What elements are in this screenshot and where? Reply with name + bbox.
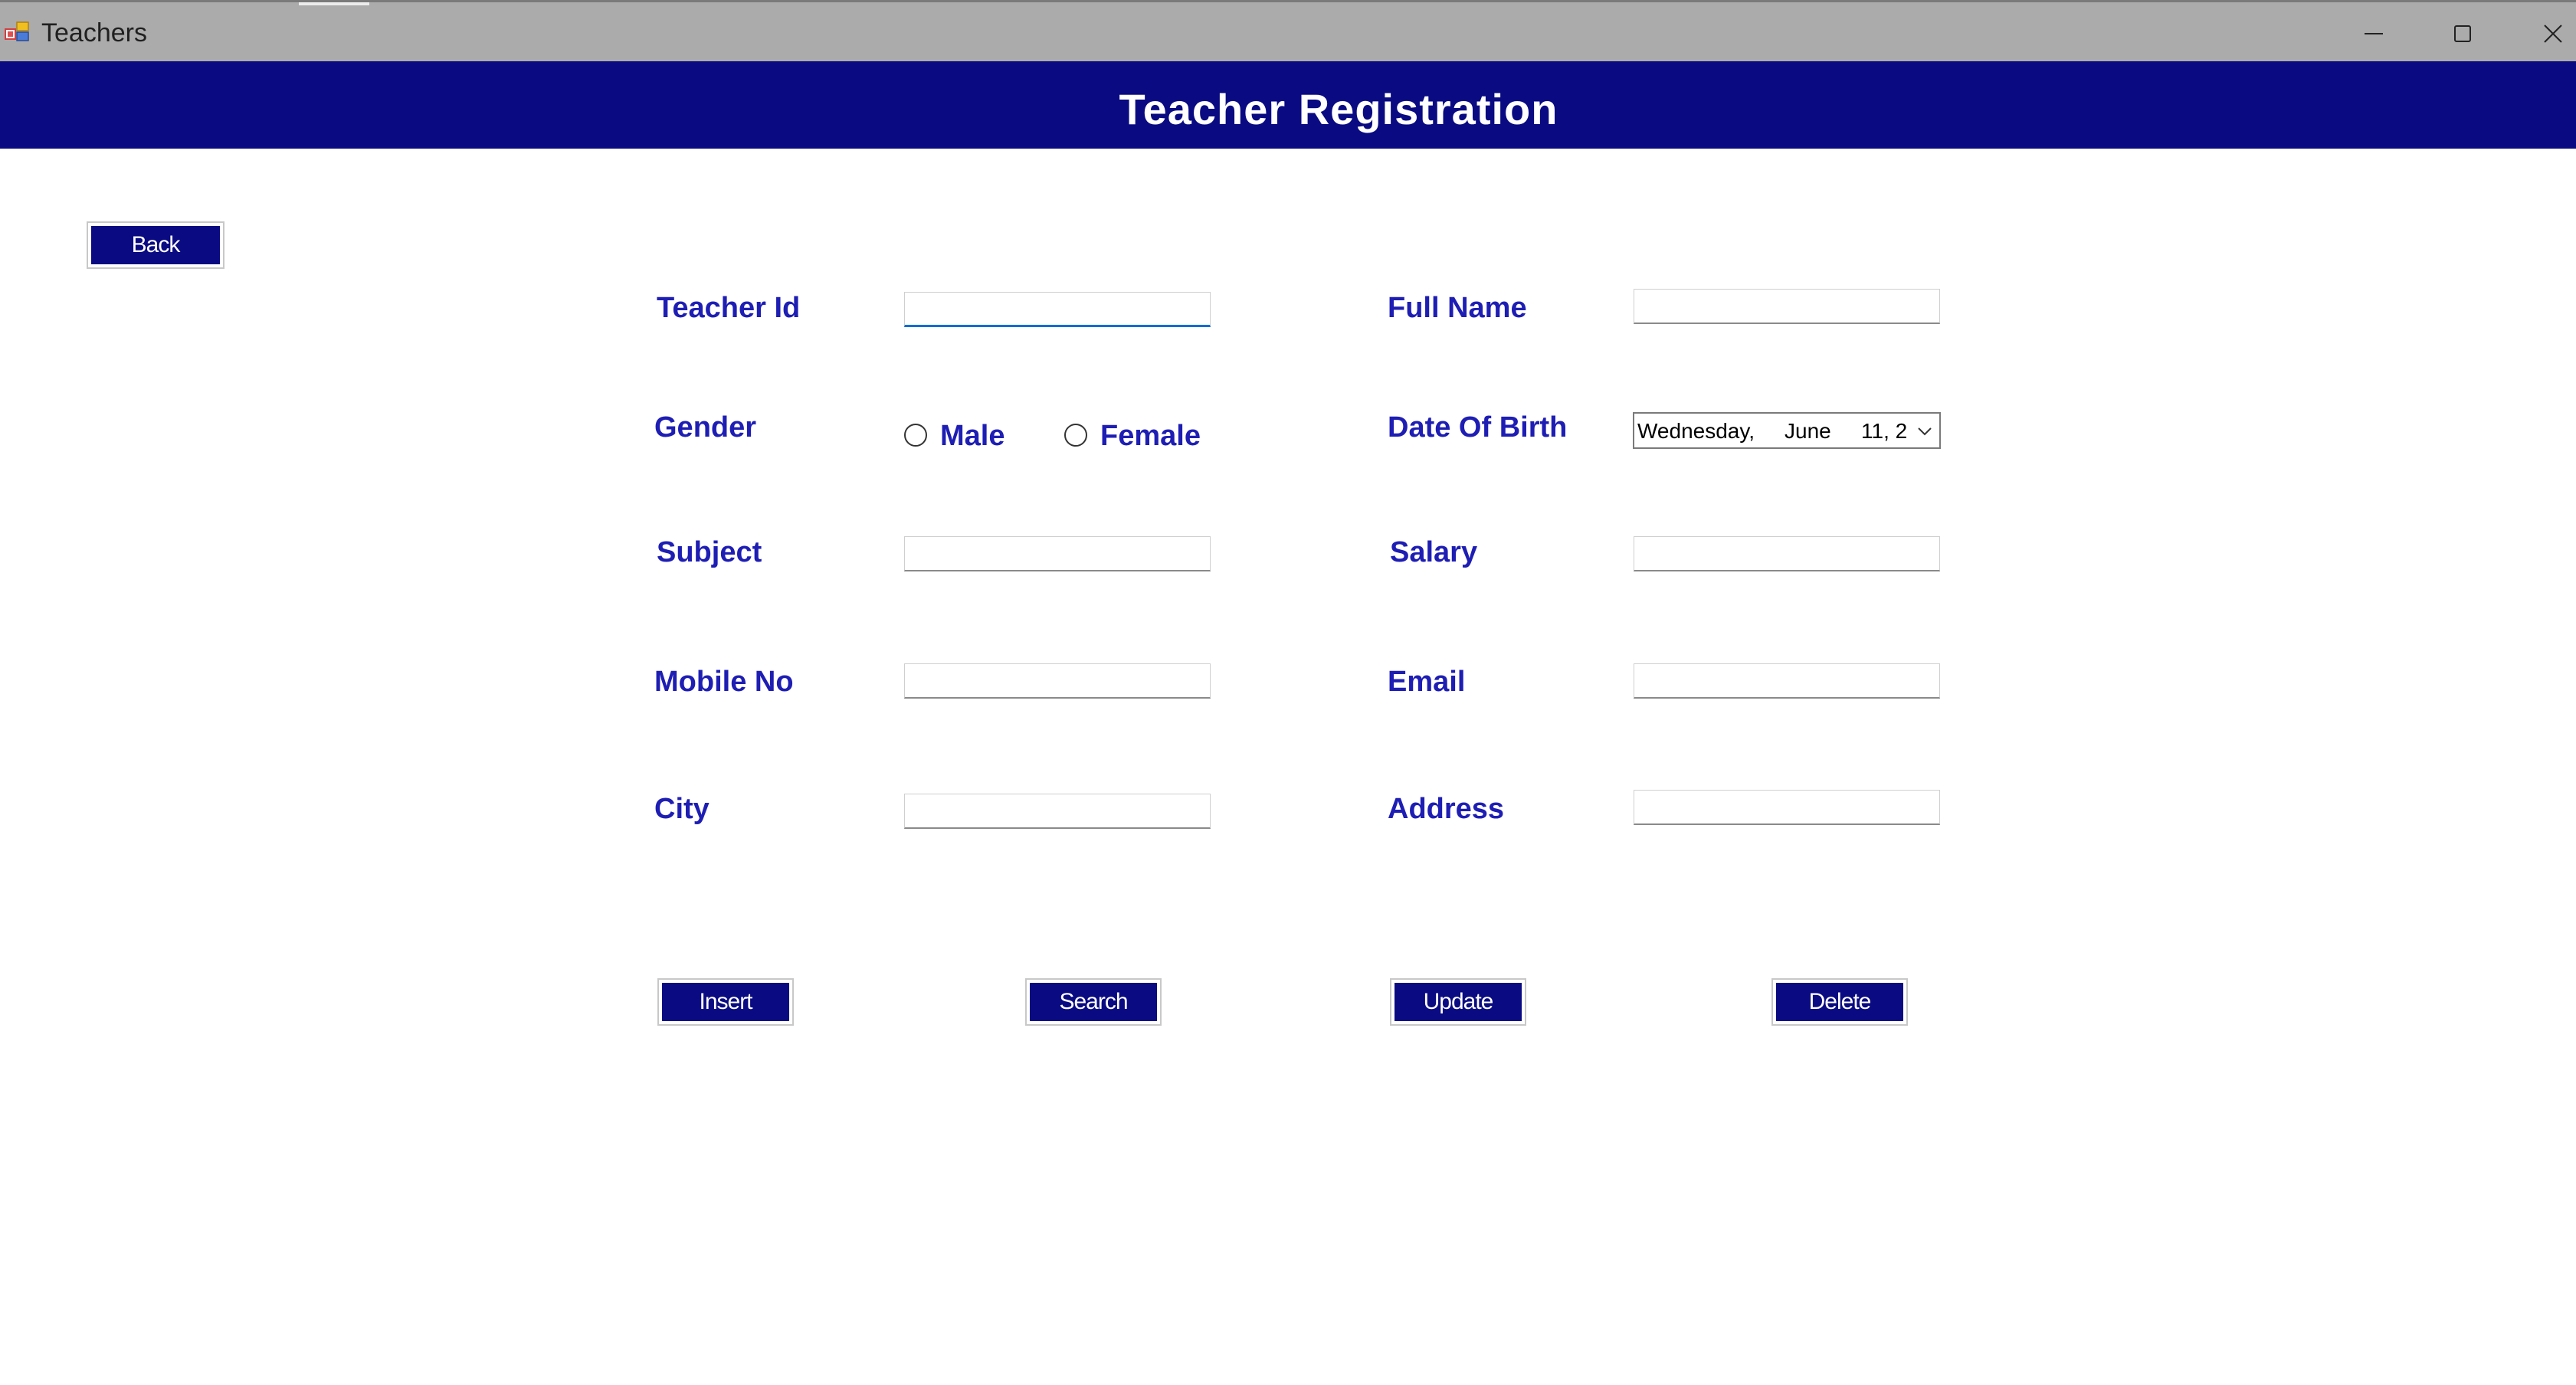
chevron-down-icon — [1918, 427, 1932, 436]
mobile-input[interactable] — [904, 663, 1211, 699]
minimize-icon — [2365, 33, 2383, 34]
mobile-label: Mobile No — [654, 666, 794, 698]
teacher-id-input[interactable] — [904, 292, 1211, 327]
close-icon — [2544, 25, 2562, 43]
dob-date: 11, 2 — [1861, 419, 1908, 443]
address-label: Address — [1388, 793, 1505, 825]
window-title: Teachers — [41, 18, 147, 47]
update-button[interactable]: Update — [1390, 978, 1526, 1026]
full-name-input[interactable] — [1634, 289, 1940, 324]
gender-female-radio[interactable] — [1064, 424, 1087, 447]
gender-female-label[interactable]: Female — [1100, 419, 1201, 453]
titlebar-accent — [299, 2, 369, 5]
gender-label: Gender — [654, 411, 757, 444]
search-button[interactable]: Search — [1025, 978, 1162, 1026]
close-button[interactable] — [2530, 16, 2576, 51]
email-label: Email — [1388, 666, 1466, 698]
city-label: City — [654, 793, 710, 825]
minimize-button[interactable] — [2351, 16, 2397, 51]
address-input[interactable] — [1634, 790, 1940, 825]
gender-male-radio[interactable] — [904, 424, 927, 447]
email-input[interactable] — [1634, 663, 1940, 699]
dob-month: June — [1785, 419, 1831, 443]
dob-label: Date Of Birth — [1388, 411, 1568, 444]
full-name-label: Full Name — [1388, 292, 1527, 324]
window-titlebar: Teachers — [0, 0, 2576, 61]
insert-button[interactable]: Insert — [657, 978, 794, 1026]
maximize-button[interactable] — [2440, 16, 2486, 51]
salary-label: Salary — [1390, 536, 1478, 568]
teacher-id-label: Teacher Id — [657, 292, 801, 324]
delete-button[interactable]: Delete — [1771, 978, 1908, 1026]
maximize-icon — [2454, 25, 2471, 42]
subject-input[interactable] — [904, 536, 1211, 571]
gender-male-label[interactable]: Male — [940, 419, 1005, 453]
back-button[interactable]: Back — [87, 221, 224, 269]
app-form-icon — [5, 21, 31, 44]
page-title: Teacher Registration — [1119, 85, 1558, 133]
header-banner: Teacher Registration — [0, 61, 2576, 149]
dob-day: Wednesday, — [1637, 419, 1755, 443]
subject-label: Subject — [657, 536, 762, 568]
salary-input[interactable] — [1634, 536, 1940, 571]
city-input[interactable] — [904, 794, 1211, 829]
dob-datepicker[interactable]: Wednesday, June 11, 2 — [1633, 412, 1941, 449]
